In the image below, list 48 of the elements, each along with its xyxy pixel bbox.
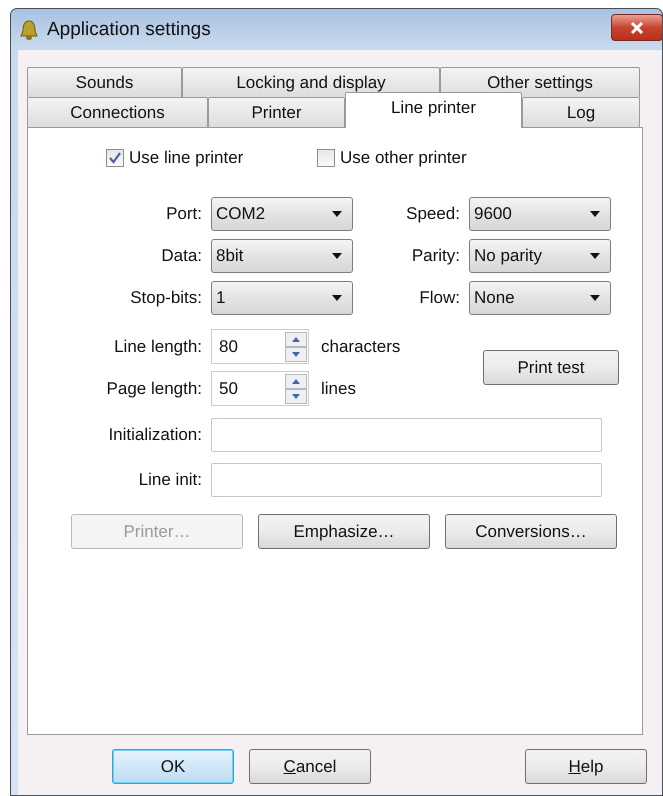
field-label: Line length: xyxy=(113,336,202,356)
action-button[interactable]: Emphasize… xyxy=(258,514,430,549)
caret-icon xyxy=(589,252,601,260)
close-icon xyxy=(629,20,645,34)
tab[interactable]: Log xyxy=(522,97,640,127)
dropdown[interactable]: None xyxy=(469,281,611,315)
field-label: Data: xyxy=(160,246,202,266)
print-test-button[interactable]: Print test xyxy=(483,350,619,385)
caret-icon xyxy=(589,210,601,218)
tab[interactable]: Printer xyxy=(208,97,345,127)
tab[interactable]: Sounds xyxy=(27,67,182,97)
caret-icon xyxy=(589,294,601,302)
window-title: Application settings xyxy=(47,18,211,40)
dropdown[interactable]: 1 xyxy=(211,281,353,315)
check-icon xyxy=(108,151,122,165)
checkbox[interactable]: Use line printer xyxy=(106,147,317,169)
caret-icon xyxy=(331,252,343,260)
dialog-button[interactable]: Help xyxy=(525,749,647,784)
dropdown[interactable]: 9600 xyxy=(469,197,611,231)
action-button[interactable]: Conversions… xyxy=(445,514,617,549)
checkbox[interactable]: Use other printer xyxy=(317,147,467,169)
field-label: Page length: xyxy=(106,378,202,398)
input-field[interactable] xyxy=(211,418,602,452)
tab[interactable]: Connections xyxy=(27,97,208,127)
field-label: Initialization: xyxy=(107,425,202,445)
tab[interactable]: Locking and display xyxy=(182,67,440,97)
input-field[interactable] xyxy=(211,463,602,497)
field-label: Speed: xyxy=(405,204,460,224)
spin-field[interactable]: 80 xyxy=(211,329,309,364)
close-button[interactable] xyxy=(611,14,662,41)
field-label: Parity: xyxy=(410,246,460,266)
field-label: Port: xyxy=(165,204,202,224)
field-label: Stop-bits: xyxy=(129,288,202,308)
dropdown[interactable]: No parity xyxy=(469,239,611,273)
field-label: Line init: xyxy=(138,470,202,490)
spin-field[interactable]: 50 xyxy=(211,371,309,406)
bell-icon xyxy=(19,18,39,40)
caret-icon xyxy=(331,210,343,218)
unit-label: characters xyxy=(321,336,400,356)
unit-label: lines xyxy=(321,378,356,398)
tab[interactable]: Other settings xyxy=(440,67,640,97)
dropdown[interactable]: 8bit xyxy=(211,239,353,273)
dropdown[interactable]: COM2 xyxy=(211,197,353,231)
field-label: Flow: xyxy=(418,288,460,308)
dialog-button[interactable]: OK xyxy=(112,749,234,784)
caret-icon xyxy=(331,294,343,302)
dialog-button[interactable]: Cancel xyxy=(249,749,371,784)
tab[interactable]: Line printer xyxy=(345,92,522,128)
